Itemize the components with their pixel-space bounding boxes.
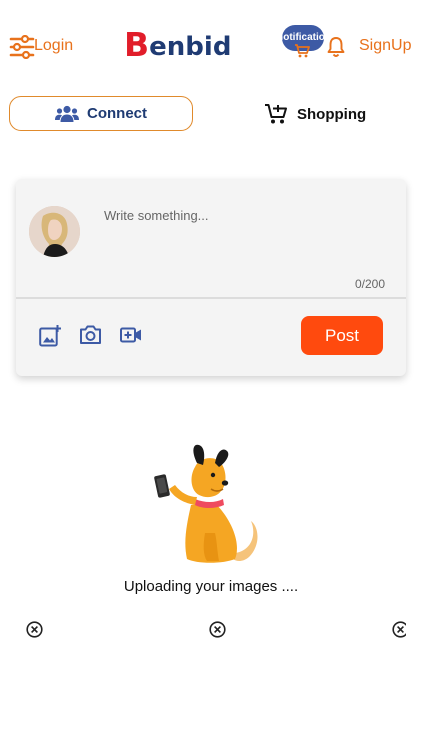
shopping-cart-icon [265,104,287,124]
post-text-input[interactable] [104,208,394,223]
tab-shopping-label: Shopping [297,105,367,123]
video-add-icon[interactable] [120,327,142,343]
app-logo: Benbid [124,25,232,64]
close-circle-icon[interactable] [392,621,406,638]
logo-letter: B [124,25,149,64]
camera-icon[interactable] [79,324,102,345]
menu-sliders-icon[interactable] [9,35,35,59]
add-image-icon[interactable] [39,324,62,347]
upload-item-clip [392,621,406,638]
post-button[interactable]: Post [301,316,383,355]
close-circle-icon[interactable] [209,621,226,638]
signup-link[interactable]: SignUp [359,37,411,55]
close-circle-icon[interactable] [26,621,43,638]
upload-status-text: Uploading your images .... [123,578,299,595]
notification-label: Notification [282,32,324,43]
tab-connect[interactable]: Connect [9,96,193,131]
users-icon [55,105,79,122]
logo-text: enbid [149,32,232,62]
bell-icon[interactable] [326,36,346,58]
dog-selfie-illustration [154,444,258,563]
avatar [29,206,80,257]
login-link[interactable]: Login [34,37,73,55]
char-counter: 0/200 [354,277,385,291]
cart-icon[interactable] [294,44,310,58]
composer-divider [16,297,406,299]
tab-shopping[interactable]: Shopping [264,102,366,126]
tab-connect-label: Connect [87,105,147,122]
